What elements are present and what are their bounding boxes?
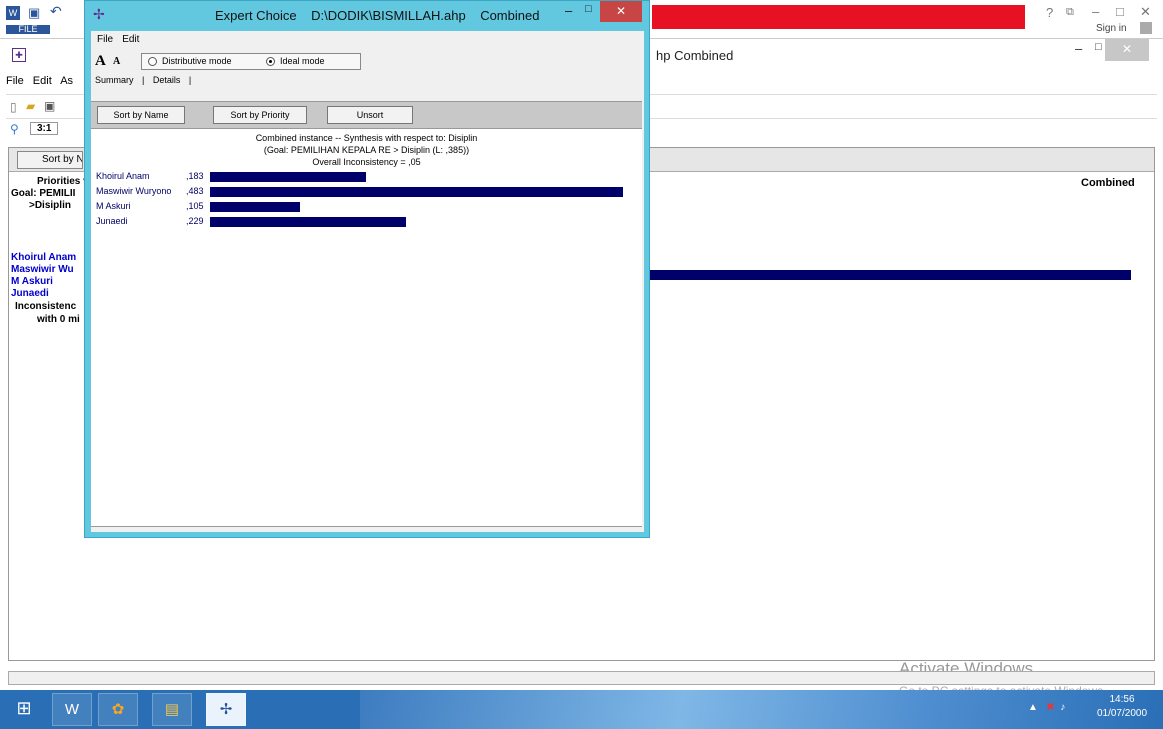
clock-time: 14:56 xyxy=(1109,694,1135,705)
tab-divider: | xyxy=(142,75,145,85)
dialog-menu-file[interactable]: File xyxy=(97,31,113,49)
list-item: Junaedi xyxy=(11,288,49,299)
chart-category-label: Junaedi xyxy=(96,216,128,226)
main-window-title: hp Combined xyxy=(656,48,734,63)
expert-choice-taskbar-icon[interactable]: ✢ xyxy=(206,693,246,726)
tab-divider: | xyxy=(188,75,192,85)
chart-value-label: ,483 xyxy=(186,186,204,196)
dialog-tabs: Summary | Details | xyxy=(95,75,197,93)
chart-category-label: Maswiwir Wuryono xyxy=(96,186,172,196)
app-icon: ✚ xyxy=(12,48,26,62)
clock[interactable]: 14:56 01/07/2000 xyxy=(1092,693,1152,721)
dialog-maximize-button[interactable]: □ xyxy=(585,3,592,15)
synthesis-line-1: Combined instance -- Synthesis with resp… xyxy=(255,133,478,143)
undo-icon[interactable]: ↶ xyxy=(50,3,62,20)
chart-value-label: ,183 xyxy=(186,171,204,181)
missing-judgments-label: with 0 mi xyxy=(37,314,80,325)
system-tray: ▲ ✖ ♪ xyxy=(1028,702,1065,713)
tab-pairwise[interactable]: 3:1 xyxy=(30,122,59,135)
word-taskbar-icon[interactable]: W xyxy=(52,693,92,726)
chart-category-label: M Askuri xyxy=(96,201,131,211)
taskbar: ⊞ W ✿ ▤ ✢ ▲ ✖ ♪ 14:56 01/07/2000 xyxy=(0,690,1163,729)
status-bar xyxy=(8,671,1155,685)
dialog-title-path: D:\DODIK\BISMILLAH.ahp xyxy=(311,8,466,23)
chart-bar xyxy=(210,172,366,182)
ideal-mode-radio[interactable] xyxy=(266,57,275,66)
mode-selector: Distributive mode Ideal mode xyxy=(141,53,361,70)
volume-icon[interactable]: ♪ xyxy=(1060,702,1065,713)
new-file-icon[interactable]: ▯ xyxy=(10,100,17,114)
ideal-mode-label[interactable]: Ideal mode xyxy=(280,56,325,66)
browser-taskbar-icon[interactable]: ✿ xyxy=(98,693,138,726)
synthesis-dialog: ✢ Expert Choice D:\DODIK\BISMILLAH.ahp C… xyxy=(84,0,650,538)
dialog-title-mode: Combined xyxy=(480,8,540,23)
dialog-minimize-button[interactable]: – xyxy=(565,3,572,18)
tab-details[interactable]: Details xyxy=(153,75,181,85)
word-app-icon: W xyxy=(6,6,20,20)
chart-bar xyxy=(210,217,406,227)
main-maximize-button[interactable]: □ xyxy=(1095,41,1102,53)
dialog-menu-edit[interactable]: Edit xyxy=(122,31,139,49)
sort-by-name-button[interactable]: Sort by Na xyxy=(17,151,83,169)
save-icon[interactable]: ▣ xyxy=(28,5,40,21)
tray-arrow-icon[interactable]: ▲ xyxy=(1028,702,1038,713)
inconsistency-label: Inconsistenc xyxy=(15,301,77,312)
node-label: >Disiplin xyxy=(29,200,71,211)
distributive-mode-label[interactable]: Distributive mode xyxy=(162,56,232,66)
avatar[interactable] xyxy=(1140,22,1152,34)
ribbon-display-icon[interactable]: ⧉ xyxy=(1066,6,1074,19)
increase-font-icon[interactable]: A xyxy=(95,53,106,70)
sort-by-name-button[interactable]: Sort by Name xyxy=(97,106,185,124)
dialog-body: File Edit A A Distributive mode Ideal mo… xyxy=(91,31,644,532)
main-minimize-button[interactable]: – xyxy=(1075,41,1082,56)
chart-bar xyxy=(210,187,623,197)
synthesis-line-2: (Goal: PEMILIHAN KEPALA RE > Disiplin (L… xyxy=(263,145,470,155)
sort-by-priority-button[interactable]: Sort by Priority xyxy=(213,106,307,124)
expert-choice-icon: ✢ xyxy=(93,6,105,22)
word-minimize-button[interactable]: – xyxy=(1092,4,1099,19)
sign-in-link[interactable]: Sign in xyxy=(1096,24,1127,34)
dialog-title: Expert Choice D:\DODIK\BISMILLAH.ahp Com… xyxy=(215,8,539,23)
list-item: M Askuri xyxy=(11,276,53,287)
priorities-heading: Priorities v xyxy=(37,176,89,187)
distributive-mode-radio[interactable] xyxy=(148,57,157,66)
network-icon[interactable]: ✖ xyxy=(1046,702,1054,713)
word-close-button[interactable]: ✕ xyxy=(1140,4,1151,20)
chart-value-label: ,105 xyxy=(186,201,204,211)
combined-column-header: Combined xyxy=(1081,177,1135,189)
dialog-close-button[interactable]: ✕ xyxy=(600,1,642,22)
unsort-button[interactable]: Unsort xyxy=(327,106,413,124)
clock-date: 01/07/2000 xyxy=(1096,708,1148,719)
word-maximize-button[interactable]: □ xyxy=(1116,4,1124,19)
dialog-menu-bar: File Edit xyxy=(91,31,644,49)
word-title-highlight xyxy=(652,5,1025,29)
decrease-font-icon[interactable]: A xyxy=(113,56,120,67)
priority-bar xyxy=(649,270,1131,280)
list-item: Maswiwir Wu xyxy=(11,264,74,275)
help-icon[interactable]: ? xyxy=(1046,5,1053,20)
menu-edit[interactable]: Edit xyxy=(33,75,52,87)
chart-bar xyxy=(210,202,300,212)
menu-file[interactable]: File xyxy=(6,75,24,87)
dialog-sort-bar: Sort by Name Sort by Priority Unsort xyxy=(91,101,642,129)
open-folder-icon[interactable]: ▰ xyxy=(26,99,35,113)
screen: W ▣ ↶ FILE HO ? ⧉ – □ ✕ Sign in ✚ hp Com… xyxy=(0,0,1163,729)
chart-category-label: Khoirul Anam xyxy=(96,171,150,181)
start-icon[interactable]: ⊞ xyxy=(4,693,44,726)
main-close-button[interactable]: ✕ xyxy=(1105,39,1149,61)
goal-label: Goal: PEMILII xyxy=(11,188,76,199)
dialog-title-app: Expert Choice xyxy=(215,8,297,23)
menu-assess[interactable]: As xyxy=(60,75,73,87)
save-icon[interactable]: ▣ xyxy=(44,99,55,113)
synthesis-chart: Combined instance -- Synthesis with resp… xyxy=(91,129,642,527)
chart-value-label: ,229 xyxy=(186,216,204,226)
tree-icon[interactable]: ⚲ xyxy=(10,122,19,136)
list-item: Khoirul Anam xyxy=(11,252,77,263)
tab-summary[interactable]: Summary xyxy=(95,75,134,85)
word-tab-file[interactable]: FILE xyxy=(6,25,50,34)
synthesis-line-3: Overall Inconsistency = ,05 xyxy=(312,157,421,167)
file-explorer-icon[interactable]: ▤ xyxy=(152,693,192,726)
